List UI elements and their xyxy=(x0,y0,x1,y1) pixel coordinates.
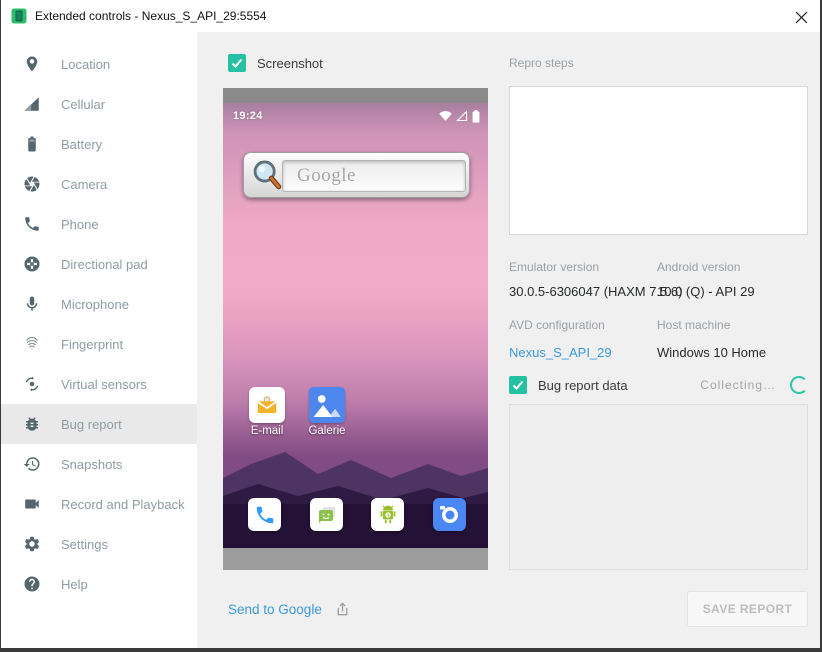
sidebar-item-virtual-sensors[interactable]: Virtual sensors xyxy=(1,364,197,404)
emulator-version-label: Emulator version xyxy=(509,260,599,274)
virtual-sensors-icon xyxy=(23,375,41,393)
titlebar: Extended controls - Nexus_S_API_29:5554 xyxy=(1,0,820,32)
host-machine-label: Host machine xyxy=(657,318,730,332)
send-to-google-label: Send to Google xyxy=(228,602,322,617)
settings-icon xyxy=(23,535,41,553)
repro-steps-input[interactable] xyxy=(509,86,808,235)
avd-configuration-link[interactable]: Nexus_S_API_29 xyxy=(509,345,612,360)
share-upload-icon xyxy=(335,602,350,617)
sidebar-item-bug-report[interactable]: Bug report xyxy=(1,404,197,444)
fingerprint-icon xyxy=(23,335,41,353)
avd-configuration-label: AVD configuration xyxy=(509,318,605,332)
snapshots-icon xyxy=(23,455,41,473)
record-icon xyxy=(23,495,41,513)
sidebar-item-label: Camera xyxy=(61,177,107,192)
battery-icon xyxy=(23,135,41,153)
microphone-icon xyxy=(23,295,41,313)
battery-status-icon xyxy=(472,110,480,123)
check-icon xyxy=(231,57,243,69)
sidebar-item-label: Record and Playback xyxy=(61,497,185,512)
sidebar-item-battery[interactable]: Battery xyxy=(1,124,197,164)
window-title: Extended controls - Nexus_S_API_29:5554 xyxy=(35,0,266,32)
sidebar-item-directional-pad[interactable]: Directional pad xyxy=(1,244,197,284)
camera-app-icon xyxy=(433,498,466,531)
sidebar-item-microphone[interactable]: Microphone xyxy=(1,284,197,324)
status-bar: 19:24 xyxy=(223,108,488,124)
android-version-label: Android version xyxy=(657,260,740,274)
sidebar-item-label: Settings xyxy=(61,537,108,552)
sidebar-item-label: Battery xyxy=(61,137,102,152)
camera-icon xyxy=(23,175,41,193)
location-icon xyxy=(23,55,41,73)
phone-app-icon xyxy=(248,498,281,531)
help-icon xyxy=(23,575,41,593)
sidebar-item-camera[interactable]: Camera xyxy=(1,164,197,204)
sidebar-item-label: Directional pad xyxy=(61,257,148,272)
sidebar-item-snapshots[interactable]: Snapshots xyxy=(1,444,197,484)
sidebar-item-record-playback[interactable]: Record and Playback xyxy=(1,484,197,524)
save-report-button[interactable]: SAVE REPORT xyxy=(687,591,808,627)
magnifier-icon xyxy=(250,158,286,194)
screenshot-checkbox[interactable] xyxy=(228,54,246,72)
sidebar: Location Cellular Battery Camera Phone D xyxy=(1,32,197,648)
android-app-icon xyxy=(371,498,404,531)
repro-steps-label: Repro steps xyxy=(509,56,574,70)
cellular-icon xyxy=(23,95,41,113)
email-app-icon xyxy=(249,387,285,423)
sidebar-item-settings[interactable]: Settings xyxy=(1,524,197,564)
wifi-icon xyxy=(439,110,452,122)
gallery-app-icon xyxy=(309,387,345,423)
loading-spinner-icon xyxy=(790,376,808,394)
sidebar-item-label: Cellular xyxy=(61,97,105,112)
bug-report-data-checkbox[interactable] xyxy=(509,376,527,394)
screenshot-top-band xyxy=(223,88,488,103)
sidebar-item-location[interactable]: Location xyxy=(1,44,197,84)
check-icon xyxy=(512,379,524,391)
collecting-status: Collecting… xyxy=(700,378,776,392)
search-field: Google xyxy=(282,160,466,192)
screenshot-checkbox-row: Screenshot xyxy=(228,54,323,72)
sidebar-item-label: Microphone xyxy=(61,297,129,312)
bug-icon xyxy=(23,415,41,433)
bug-report-data-label: Bug report data xyxy=(538,378,628,393)
sidebar-item-label: Bug report xyxy=(61,417,122,432)
sidebar-item-label: Virtual sensors xyxy=(61,377,147,392)
dpad-icon xyxy=(23,255,41,273)
sidebar-item-label: Location xyxy=(61,57,110,72)
host-machine-value: Windows 10 Home xyxy=(657,345,766,360)
send-to-google-link[interactable]: Send to Google xyxy=(228,602,350,617)
app-label: Galerie xyxy=(297,425,357,437)
status-clock: 19:24 xyxy=(233,110,263,122)
screenshot-bottom-band xyxy=(223,548,488,570)
close-button[interactable] xyxy=(790,6,812,28)
app-label: E-mail xyxy=(237,425,297,437)
sidebar-item-label: Help xyxy=(61,577,88,592)
sidebar-item-help[interactable]: Help xyxy=(1,564,197,604)
sidebar-item-label: Fingerprint xyxy=(61,337,123,352)
phone-icon xyxy=(23,215,41,233)
sidebar-item-fingerprint[interactable]: Fingerprint xyxy=(1,324,197,364)
screenshot-label: Screenshot xyxy=(257,56,323,71)
device-screenshot-preview: 19:24 Google xyxy=(223,88,488,570)
sidebar-item-cellular[interactable]: Cellular xyxy=(1,84,197,124)
cellular-signal-icon xyxy=(456,110,468,122)
bug-report-panel: Screenshot 19:24 xyxy=(197,32,820,648)
google-search-widget: Google xyxy=(243,152,470,198)
emulator-app-icon xyxy=(11,8,27,24)
mountain-silhouette xyxy=(223,444,488,548)
android-version-value: 10.0 (Q) - API 29 xyxy=(657,284,755,299)
bug-report-data-row: Bug report data Collecting… xyxy=(509,376,808,394)
sidebar-item-phone[interactable]: Phone xyxy=(1,204,197,244)
google-logo-text: Google xyxy=(283,165,356,187)
messages-app-icon xyxy=(310,498,343,531)
sidebar-item-label: Phone xyxy=(61,217,99,232)
sidebar-item-label: Snapshots xyxy=(61,457,122,472)
extended-controls-window: Extended controls - Nexus_S_API_29:5554 … xyxy=(1,0,820,648)
bug-report-data-box xyxy=(509,404,808,570)
close-icon xyxy=(795,11,808,24)
